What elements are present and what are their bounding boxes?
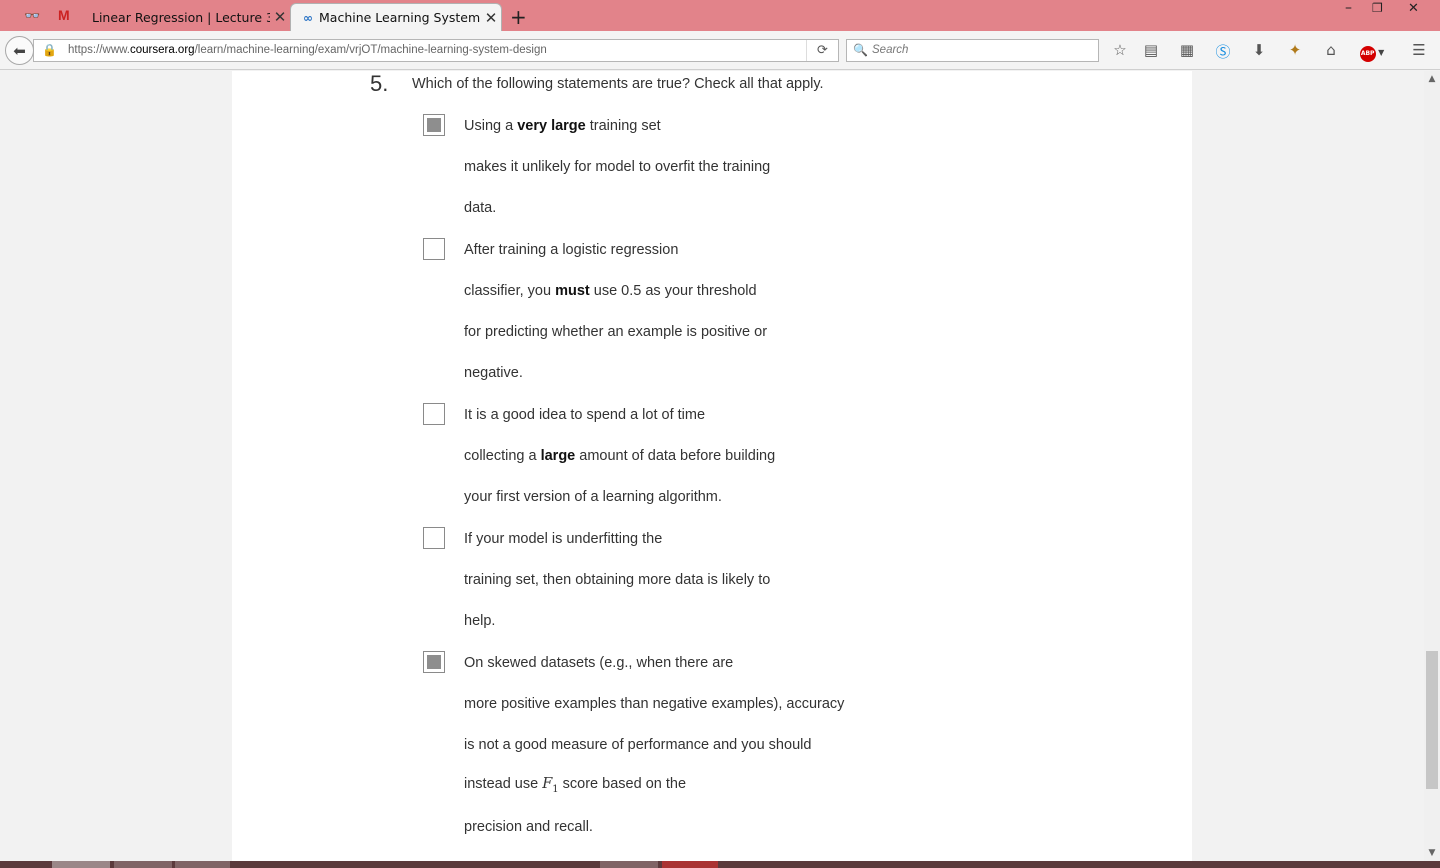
lock-icon[interactable]: 🔒 bbox=[42, 43, 57, 57]
adblock-icon[interactable]: ABP ▼ bbox=[1357, 41, 1387, 62]
option-checkbox[interactable] bbox=[423, 527, 445, 549]
taskbar-item[interactable] bbox=[52, 861, 110, 868]
tab-title: Linear Regression | Lecture 3: L... bbox=[92, 9, 270, 25]
star-icon[interactable]: ☆ bbox=[1110, 41, 1130, 59]
close-window-button[interactable]: ✕ bbox=[1408, 1, 1419, 16]
option-text-line[interactable]: If your model is underfitting the bbox=[464, 531, 662, 547]
apps-icon[interactable]: ▦ bbox=[1177, 41, 1197, 59]
title-bar: 👓 M Linear Regression | Lecture 3: L... … bbox=[0, 0, 1440, 31]
taskbar-item[interactable] bbox=[175, 861, 230, 868]
option-text-line[interactable]: classifier, you must use 0.5 as your thr… bbox=[464, 283, 757, 299]
vertical-scrollbar[interactable]: ▲ ▼ bbox=[1424, 71, 1440, 861]
tab-machine-learning-system[interactable]: ∞ Machine Learning System ... ✕ bbox=[290, 3, 502, 31]
navigation-bar: 🔒 https://www.coursera.org/learn/machine… bbox=[0, 31, 1440, 70]
option-text-line[interactable]: Using a very large training set bbox=[464, 118, 661, 134]
scroll-up-icon[interactable]: ▲ bbox=[1424, 71, 1440, 87]
close-icon[interactable]: ✕ bbox=[270, 8, 290, 26]
question-number: 5. bbox=[370, 71, 389, 96]
reading-list-icon[interactable]: ▤ bbox=[1141, 41, 1161, 59]
emphasis-text: very large bbox=[517, 118, 586, 134]
url-text: https://www.coursera.org/learn/machine-l… bbox=[68, 44, 547, 56]
scroll-down-icon[interactable]: ▼ bbox=[1424, 845, 1440, 861]
home-icon[interactable]: ⌂ bbox=[1321, 41, 1341, 59]
gmail-icon[interactable]: M bbox=[58, 7, 74, 23]
taskbar-item[interactable] bbox=[600, 861, 658, 868]
option-text-line[interactable]: help. bbox=[464, 613, 495, 629]
url-domain: coursera.org bbox=[130, 44, 195, 56]
option-text-line[interactable]: more positive examples than negative exa… bbox=[464, 696, 844, 712]
option-text-line[interactable]: makes it unlikely for model to overfit t… bbox=[464, 159, 770, 175]
coursera-icon: ∞ bbox=[303, 10, 313, 25]
close-icon[interactable]: ✕ bbox=[481, 9, 501, 27]
question-text: Which of the following statements are tr… bbox=[412, 76, 824, 92]
search-icon: 🔍 bbox=[853, 43, 868, 57]
option-checkbox[interactable] bbox=[423, 403, 445, 425]
option-text-line[interactable]: instead use F1 score based on the bbox=[464, 776, 686, 795]
option-text-line[interactable]: It is a good idea to spend a lot of time bbox=[464, 407, 705, 423]
option-text-line[interactable]: After training a logistic regression bbox=[464, 242, 678, 258]
skype-icon[interactable]: Ⓢ bbox=[1213, 41, 1233, 62]
option-checkbox[interactable] bbox=[423, 114, 445, 136]
emphasis-text: large bbox=[540, 448, 576, 464]
option-checkbox[interactable] bbox=[423, 651, 445, 673]
taskbar-item[interactable] bbox=[114, 861, 172, 868]
option-text-line[interactable]: collecting a large amount of data before… bbox=[464, 448, 775, 464]
download-icon[interactable]: ⬇ bbox=[1249, 41, 1269, 59]
search-placeholder: Search bbox=[872, 44, 909, 56]
restore-button[interactable]: ❐ bbox=[1372, 1, 1383, 15]
tab-title: Machine Learning System ... bbox=[319, 10, 481, 25]
new-tab-button[interactable]: + bbox=[510, 5, 527, 29]
url-bar[interactable]: 🔒 https://www.coursera.org/learn/machine… bbox=[33, 39, 839, 62]
scroll-thumb[interactable] bbox=[1426, 651, 1438, 789]
page-content: 5. Which of the following statements are… bbox=[0, 71, 1424, 861]
option-text-line[interactable]: is not a good measure of performance and… bbox=[464, 737, 811, 753]
search-box[interactable]: 🔍 Search bbox=[846, 39, 1099, 62]
back-button[interactable]: ⬅ bbox=[5, 36, 34, 65]
tab-linear-regression[interactable]: Linear Regression | Lecture 3: L... ✕ bbox=[78, 3, 290, 31]
option-checkbox[interactable] bbox=[423, 238, 445, 260]
menu-icon[interactable]: ☰ bbox=[1409, 41, 1429, 59]
option-text-line[interactable]: data. bbox=[464, 200, 496, 216]
minimize-button[interactable]: – bbox=[1345, 0, 1352, 16]
url-path: /learn/machine-learning/exam/vrjOT/machi… bbox=[194, 44, 547, 56]
option-text-line[interactable]: precision and recall. bbox=[464, 819, 593, 835]
math-expression: F1 bbox=[542, 776, 559, 795]
incognito-icon: 👓 bbox=[24, 9, 41, 24]
back-icon: ⬅ bbox=[13, 41, 26, 60]
taskbar bbox=[0, 861, 1440, 868]
option-text-line[interactable]: for predicting whether an example is pos… bbox=[464, 324, 767, 340]
reload-icon[interactable]: ⟳ bbox=[806, 40, 838, 61]
url-prefix: https://www. bbox=[68, 44, 130, 56]
extension-icon[interactable]: ✦ bbox=[1285, 41, 1305, 59]
option-text-line[interactable]: your first version of a learning algorit… bbox=[464, 489, 722, 505]
emphasis-text: must bbox=[555, 283, 590, 299]
option-text-line[interactable]: On skewed datasets (e.g., when there are bbox=[464, 655, 733, 671]
option-text-line[interactable]: training set, then obtaining more data i… bbox=[464, 572, 770, 588]
option-text-line[interactable]: negative. bbox=[464, 365, 523, 381]
taskbar-item[interactable] bbox=[662, 861, 718, 868]
